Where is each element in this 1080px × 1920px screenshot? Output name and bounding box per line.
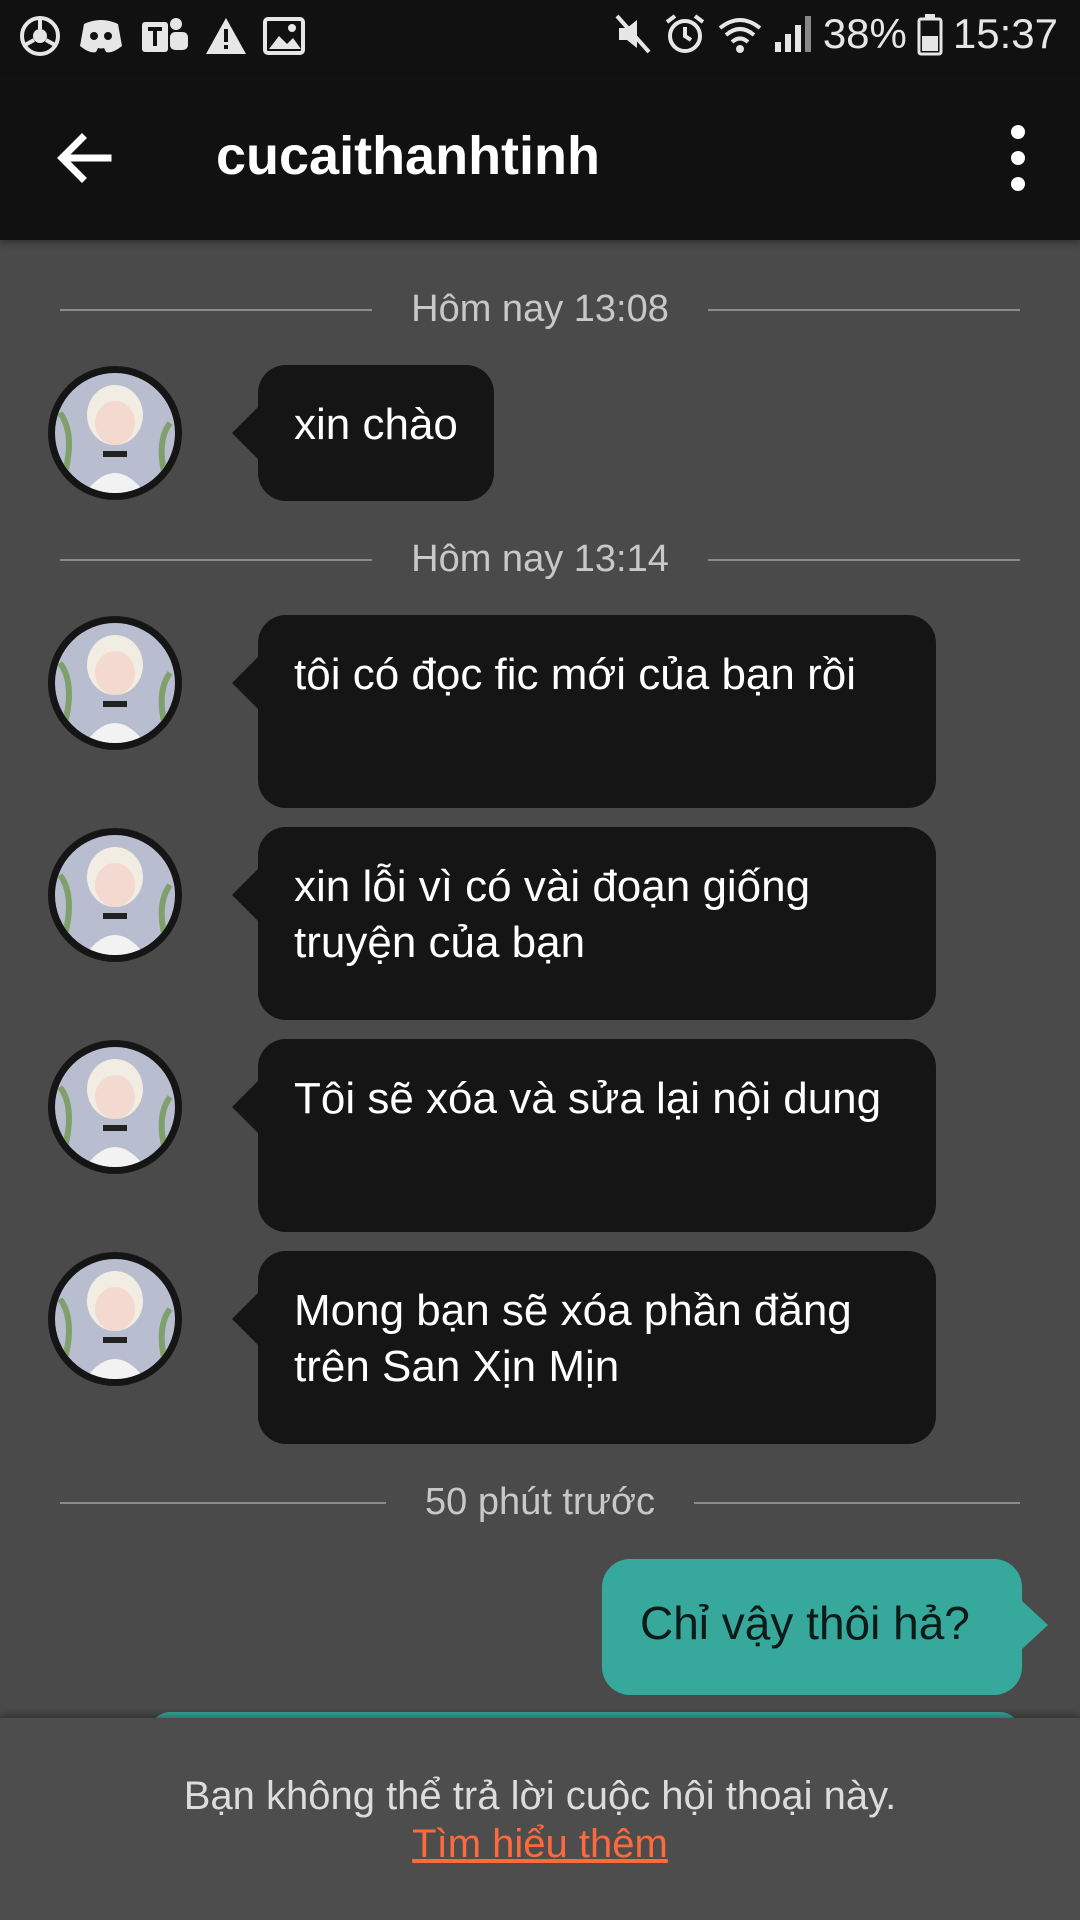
- back-button[interactable]: [52, 126, 116, 190]
- learn-more-link[interactable]: Tìm hiểu thêm: [0, 1820, 1080, 1868]
- signal-icon: [774, 16, 811, 52]
- notice-text: Bạn không thể trả lời cuộc hội thoại này…: [183, 1774, 897, 1818]
- message-text: Tôi sẽ xóa và sửa lại nội dung: [294, 1074, 882, 1123]
- divider-line: [708, 309, 1020, 311]
- more-vertical-icon: [1011, 125, 1025, 191]
- message-text: xin chào: [294, 400, 458, 449]
- date-divider: 50 phút trước: [60, 1477, 1020, 1527]
- mute-icon: [615, 14, 651, 54]
- more-options-button[interactable]: [986, 122, 1050, 194]
- gallery-icon: [263, 17, 305, 55]
- battery-percent: 38%: [822, 10, 907, 57]
- avatar[interactable]: [48, 1040, 182, 1174]
- avatar[interactable]: [48, 1252, 182, 1386]
- incoming-message[interactable]: tôi có đọc fic mới của bạn rồi: [232, 615, 936, 808]
- status-bar: 38% 15:37: [0, 0, 1080, 76]
- message-text: Mong bạn sẽ xóa phần đăng trên San Xịn M…: [294, 1286, 852, 1391]
- incoming-message[interactable]: Mong bạn sẽ xóa phần đăng trên San Xịn M…: [232, 1251, 936, 1444]
- alarm-icon: [665, 14, 705, 53]
- arrow-left-icon: [57, 133, 112, 183]
- clock: 15:37: [952, 10, 1058, 57]
- discord-icon: [80, 20, 122, 53]
- warning-icon: [206, 18, 246, 54]
- divider-line: [708, 559, 1020, 561]
- date-divider: Hôm nay 13:14: [60, 534, 1020, 584]
- app-bar: cucaithanhtinh: [0, 76, 1080, 240]
- avatar[interactable]: [48, 616, 182, 750]
- outgoing-message[interactable]: Chỉ vậy thôi hả?: [602, 1559, 1048, 1695]
- chat-screen: 38% 15:37 cucaithanhtinh Hôm nay 13:08 x…: [0, 0, 1080, 1920]
- battery-icon: [917, 14, 943, 56]
- conversation-title: cucaithanhtinh: [216, 126, 601, 186]
- wifi-icon: [718, 18, 762, 53]
- reply-disabled-notice: Bạn không thể trả lời cuộc hội thoại này…: [0, 1718, 1080, 1920]
- chrome-like-icon: [20, 16, 60, 56]
- date-divider: Hôm nay 13:08: [60, 284, 1020, 334]
- message-text: Chỉ vậy thôi hả?: [640, 1597, 970, 1649]
- avatar[interactable]: [48, 366, 182, 500]
- message-text: tôi có đọc fic mới của bạn rồi: [294, 650, 856, 699]
- incoming-message[interactable]: Tôi sẽ xóa và sửa lại nội dung: [232, 1039, 936, 1232]
- message-text: xin lỗi vì có vài đoạn giống truyện của …: [294, 862, 811, 967]
- avatar[interactable]: [48, 828, 182, 962]
- divider-line: [694, 1502, 1020, 1504]
- incoming-message[interactable]: xin lỗi vì có vài đoạn giống truyện của …: [232, 827, 936, 1020]
- incoming-message[interactable]: xin chào: [232, 365, 494, 501]
- system-status: 38% 15:37: [613, 10, 1058, 58]
- teams-icon: [142, 18, 188, 52]
- notification-icons: [18, 14, 306, 58]
